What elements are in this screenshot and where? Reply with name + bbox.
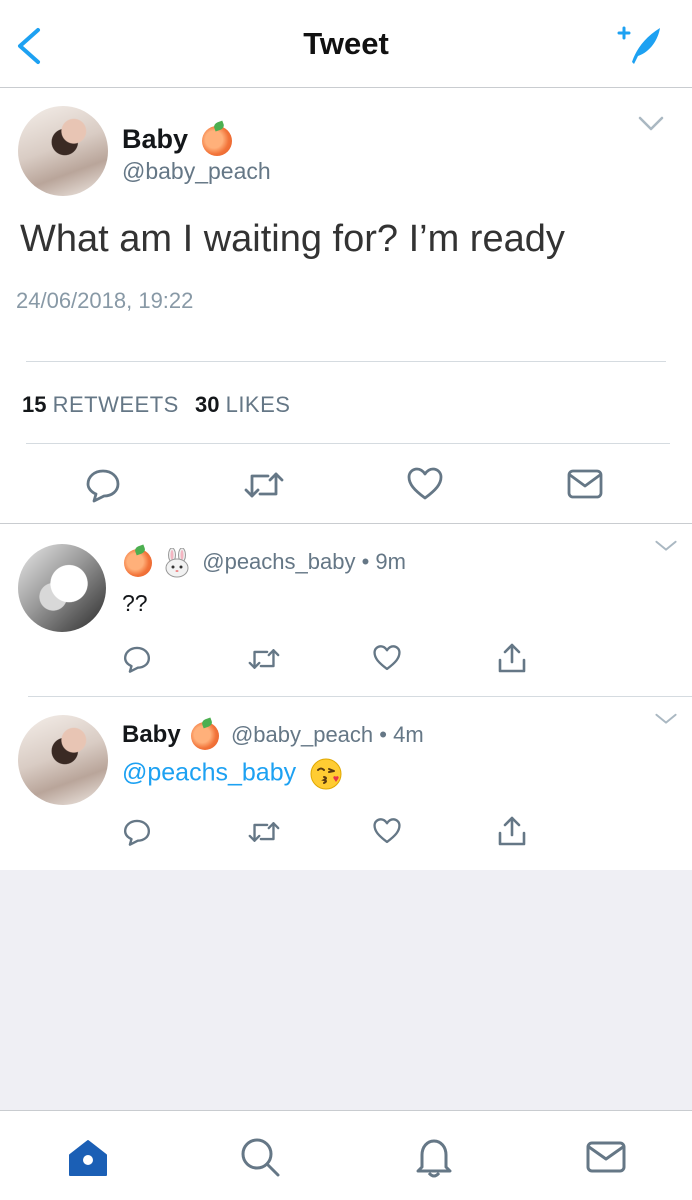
tweet-timestamp: 24/06/2018, 19:22 xyxy=(16,288,194,313)
separator-dot: • xyxy=(361,548,370,574)
retweets-count: 15 xyxy=(22,392,47,417)
peach-emoji-icon xyxy=(124,549,152,577)
peach-emoji-icon xyxy=(190,722,219,751)
reply-text: ?? xyxy=(122,590,148,616)
tweet-text: What am I waiting for? I’m ready xyxy=(20,218,565,260)
reply-handle[interactable]: @peachs_baby xyxy=(202,549,355,574)
like-heart-icon[interactable] xyxy=(406,466,444,502)
retweet-icon[interactable] xyxy=(246,817,282,847)
like-heart-icon[interactable] xyxy=(372,817,402,845)
engagement-stats: 15 RETWEETS 30 LIKES xyxy=(22,392,290,418)
reply-time: 9m xyxy=(375,548,406,574)
kissing-face-emoji-icon xyxy=(309,757,343,791)
bottom-tab-bar xyxy=(0,1110,692,1200)
retweet-icon[interactable] xyxy=(242,466,286,504)
reply-icon[interactable] xyxy=(122,817,152,847)
reply-tweet[interactable]: @peachs_baby • 9m ?? xyxy=(0,524,692,696)
share-icon[interactable] xyxy=(496,815,528,847)
search-icon[interactable] xyxy=(238,1135,282,1179)
chevron-down-icon[interactable] xyxy=(638,116,664,132)
notifications-icon[interactable] xyxy=(412,1135,456,1179)
divider xyxy=(26,443,670,444)
divider xyxy=(26,361,666,362)
reply-time: 4m xyxy=(393,722,424,747)
retweets-label: RETWEETS xyxy=(52,392,179,417)
page-title: Tweet xyxy=(303,26,389,61)
avatar[interactable] xyxy=(18,106,108,196)
reply-author-name[interactable]: Baby xyxy=(122,721,181,748)
avatar[interactable] xyxy=(18,715,108,805)
likes-stat[interactable]: 30 LIKES xyxy=(195,392,290,417)
likes-count: 30 xyxy=(194,392,220,417)
share-icon[interactable] xyxy=(496,642,528,674)
empty-background xyxy=(0,870,692,1110)
reply-handle[interactable]: @baby_peach xyxy=(231,722,373,747)
rabbit-emoji-icon xyxy=(162,547,192,578)
like-heart-icon[interactable] xyxy=(372,644,402,672)
retweet-icon[interactable] xyxy=(246,644,282,674)
author-handle[interactable]: @baby_peach xyxy=(122,158,271,185)
reply-tweet[interactable]: Baby @baby_peach • 4m @peachs_baby xyxy=(0,697,692,870)
home-icon[interactable] xyxy=(66,1135,110,1179)
chevron-down-icon[interactable] xyxy=(654,540,678,554)
compose-tweet-icon[interactable] xyxy=(614,22,666,68)
author-name[interactable]: Baby xyxy=(122,124,188,154)
top-nav-bar: Tweet xyxy=(0,0,692,88)
main-tweet: Baby @baby_peach What am I waiting for? … xyxy=(0,88,692,524)
mention-link[interactable]: @peachs_baby xyxy=(122,759,296,787)
peach-emoji-icon xyxy=(201,125,232,156)
reply-icon[interactable] xyxy=(122,644,152,674)
retweets-stat[interactable]: 15 RETWEETS xyxy=(22,392,185,417)
messages-icon[interactable] xyxy=(584,1135,628,1179)
reply-icon[interactable] xyxy=(84,466,122,504)
separator-dot: • xyxy=(379,722,387,747)
direct-message-icon[interactable] xyxy=(566,468,604,500)
chevron-down-icon[interactable] xyxy=(654,713,678,727)
avatar[interactable] xyxy=(18,544,106,632)
likes-label: LIKES xyxy=(225,392,291,417)
